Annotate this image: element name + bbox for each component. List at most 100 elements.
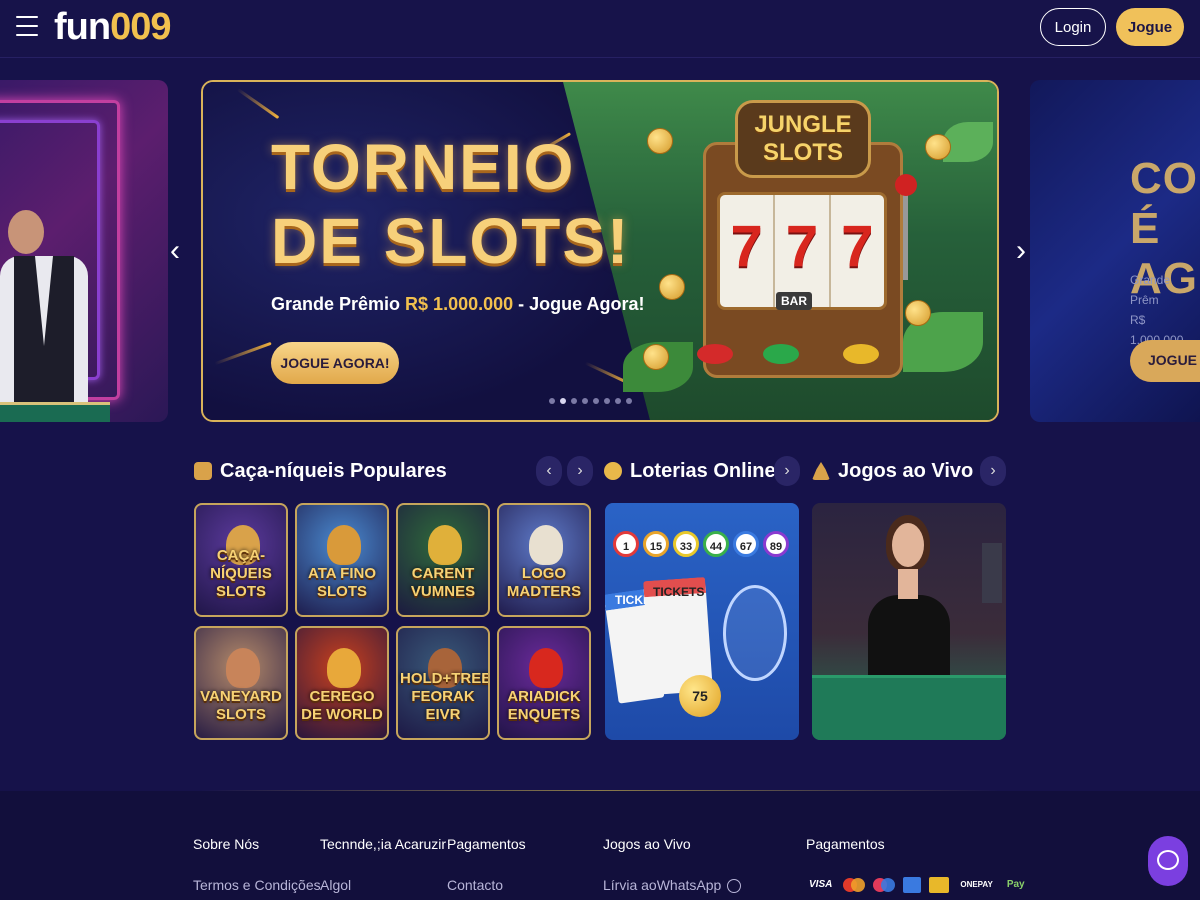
footer-heading: Sobre Nós xyxy=(193,836,260,852)
site-logo[interactable]: fun009 xyxy=(54,6,171,49)
game-character xyxy=(529,648,563,688)
section-title: Caça-níqueis Populares xyxy=(220,459,447,482)
live-table-felt xyxy=(812,675,1006,740)
chat-icon xyxy=(1157,850,1179,870)
game-title: HOLD+TREBIS FEORAK EIVR xyxy=(400,670,488,723)
machine-lever xyxy=(903,190,908,280)
game-title: CEREGO DE WORLD xyxy=(301,688,383,723)
lottery-card[interactable]: 1 15 33 44 67 89 TICKE TICKETS 75 xyxy=(605,503,799,740)
slot-game-tile[interactable]: CAÇA-NÍQUEIS SLOTS xyxy=(194,503,288,617)
footer-link-whatsapp[interactable]: Lírvia aoWhatsApp xyxy=(603,877,742,894)
carousel-dot[interactable] xyxy=(549,398,555,404)
carousel-main-slide[interactable]: TORNEIO DE SLOTS! Grande Prêmio R$ 1.000… xyxy=(201,80,999,422)
leaf xyxy=(943,122,993,162)
carousel-next-slide[interactable]: CON É AG Grande Prêm R$ 1.000.000 JOGUE … xyxy=(1030,80,1200,422)
lottery-ball: 1 xyxy=(613,531,639,557)
carousel-dot[interactable] xyxy=(604,398,610,404)
jungle-slots-sign: JUNGLE SLOTS xyxy=(735,100,871,178)
reel: 7 xyxy=(775,195,831,307)
reel: 7 xyxy=(841,214,874,279)
footer-heading: Jogos ao Vivo xyxy=(603,836,691,852)
hamburger-menu-icon[interactable] xyxy=(16,16,38,36)
slot-game-tile[interactable]: ATA FINO SLOTS xyxy=(295,503,389,617)
slot-game-tile[interactable]: CEREGO DE WORLD xyxy=(295,626,389,740)
lottery-globe xyxy=(723,585,787,681)
footer-link-contact[interactable]: Contacto xyxy=(447,877,503,893)
carousel-next-arrow[interactable]: › xyxy=(1016,236,1026,266)
footer-link[interactable]: Algol xyxy=(320,877,351,893)
game-title: ARIADICK ENQUETS xyxy=(507,688,581,723)
game-character xyxy=(327,648,361,688)
lottery-ball: 67 xyxy=(733,531,759,557)
reel: 7 xyxy=(720,195,776,307)
casino-table xyxy=(0,402,110,422)
lottery-ball-icon xyxy=(604,462,622,480)
carousel-prev-arrow[interactable]: ‹ xyxy=(170,236,180,266)
carousel-dot[interactable] xyxy=(626,398,632,404)
live-chat-button[interactable] xyxy=(1148,836,1188,886)
slot-machine-icon xyxy=(194,462,212,480)
carousel-dot[interactable] xyxy=(571,398,577,404)
next-slide-button[interactable]: JOGUE A xyxy=(1130,340,1200,382)
whatsapp-icon xyxy=(727,879,742,894)
visa-logo: VISA xyxy=(809,879,833,890)
dealer-head xyxy=(8,210,44,254)
lottery-big-ball: 75 xyxy=(679,675,721,717)
section-header-slots: Caça-níqueis Populares xyxy=(194,456,447,486)
coin-icon xyxy=(925,134,951,160)
game-title: VANEYARD SLOTS xyxy=(200,688,282,723)
game-character xyxy=(327,525,361,565)
lottery-ball: 33 xyxy=(673,531,699,557)
live-dealer-card[interactable] xyxy=(812,503,1006,740)
lever-knob xyxy=(895,174,917,196)
game-title: CAÇA-NÍQUEIS SLOTS xyxy=(210,547,272,600)
slot-game-tile[interactable]: LOGO MADTERS xyxy=(497,503,591,617)
lottery-ball: 15 xyxy=(643,531,669,557)
carousel-prev-slide[interactable] xyxy=(0,80,168,422)
jogue-button[interactable]: Jogue xyxy=(1116,8,1184,46)
carousel-dot[interactable] xyxy=(582,398,588,404)
coin-icon xyxy=(659,274,685,300)
onepay-logo: ONEPAY xyxy=(960,880,993,889)
lottery-next-button[interactable]: › xyxy=(774,456,800,486)
game-title: LOGO MADTERS xyxy=(506,565,582,600)
lottery-ball: 89 xyxy=(763,531,789,557)
carousel-dot[interactable] xyxy=(615,398,621,404)
slot-game-tile[interactable]: HOLD+TREBIS FEORAK EIVR xyxy=(396,626,490,740)
game-title: CARENT VUMNES xyxy=(410,565,476,600)
lottery-ball: 44 xyxy=(703,531,729,557)
slots-prev-button[interactable]: ‹ xyxy=(536,456,562,486)
promo-headline: TORNEIO DE SLOTS! xyxy=(271,131,631,277)
maestro-logo xyxy=(873,878,896,892)
amex-logo xyxy=(903,877,922,893)
login-button[interactable]: Login xyxy=(1040,8,1106,46)
carousel-dot[interactable] xyxy=(560,398,566,404)
coin-icon xyxy=(643,344,669,370)
slots-next-button[interactable]: › xyxy=(567,456,593,486)
game-character xyxy=(226,648,260,688)
mastercard-logo xyxy=(843,878,866,892)
slot-game-tile[interactable]: CARENT VUMNES xyxy=(396,503,490,617)
carousel-dot[interactable] xyxy=(593,398,599,404)
slot-game-tile[interactable]: VANEYARD SLOTS xyxy=(194,626,288,740)
section-header-live: Jogos ao Vivo xyxy=(812,456,973,486)
machine-button-green xyxy=(763,344,799,364)
machine-button-yellow xyxy=(843,344,879,364)
game-title: ATA FINO SLOTS xyxy=(307,565,377,600)
game-character xyxy=(529,525,563,565)
promo-subtitle: Grande Prêmio R$ 1.000.000 - Jogue Agora… xyxy=(271,294,645,314)
boleto-logo xyxy=(929,877,950,893)
slot-game-tile[interactable]: ARIADICK ENQUETS xyxy=(497,626,591,740)
bar-symbol: BAR xyxy=(776,292,812,310)
ticket-label: TICKETS xyxy=(653,585,705,599)
footer-heading: Pagamentos xyxy=(447,836,526,852)
background-player xyxy=(982,543,1002,603)
live-next-button[interactable]: › xyxy=(980,456,1006,486)
jogue-agora-button[interactable]: JOGUE AGORA! xyxy=(271,342,399,384)
footer-heading: Pagamentos xyxy=(806,836,885,852)
footer-heading: Tecnnde,;ia Acaruzir xyxy=(320,836,447,852)
coin-icon xyxy=(905,300,931,326)
footer-link-terms[interactable]: Termos e Condições xyxy=(193,877,321,893)
next-slide-subtitle: Grande Prêm R$ 1.000.000 xyxy=(1130,273,1183,347)
dealer-neck xyxy=(898,569,918,599)
